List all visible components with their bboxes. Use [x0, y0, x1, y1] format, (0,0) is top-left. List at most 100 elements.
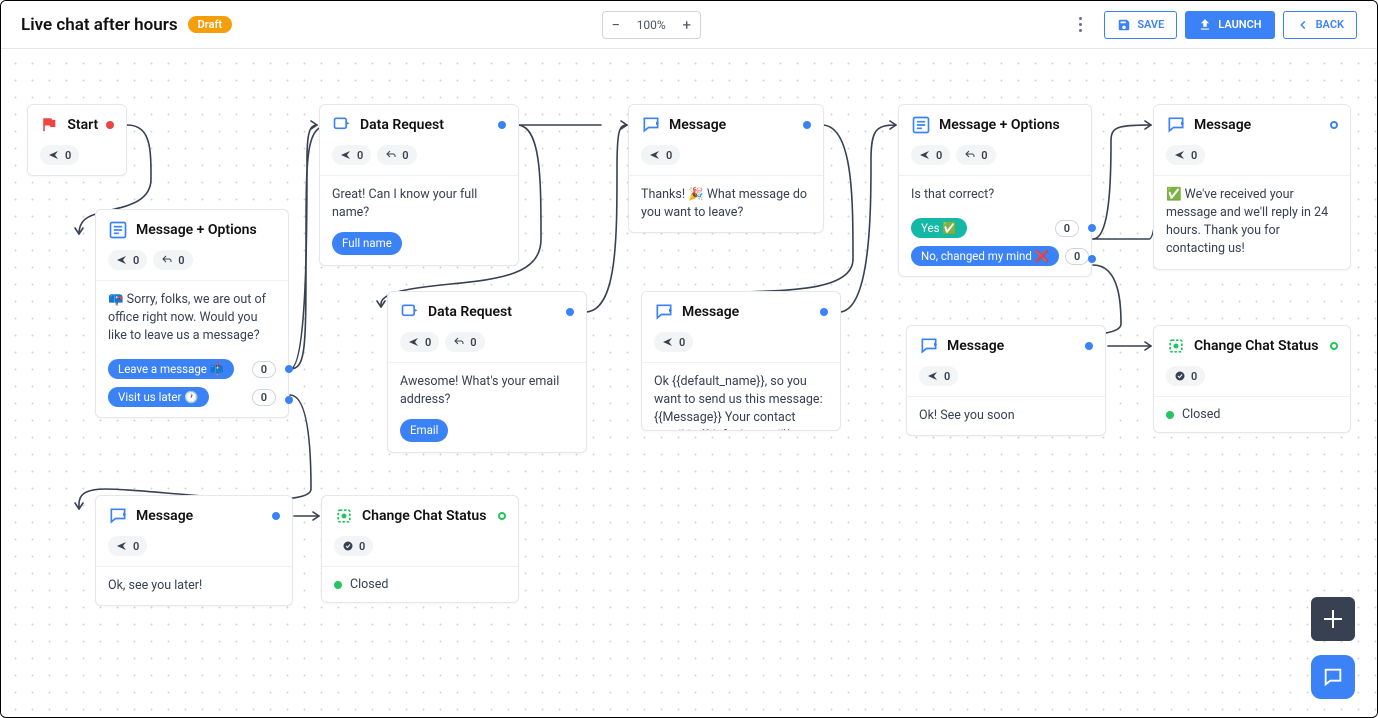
status-dot — [820, 308, 828, 316]
output-port[interactable] — [1088, 224, 1096, 232]
node-title: Message + Options — [136, 222, 257, 238]
message-icon — [641, 115, 661, 135]
node-message-options-2[interactable]: Message + Options 0 0 Is that correct? Y… — [898, 104, 1092, 277]
flow-canvas[interactable]: Start 0 Message + Options 0 0 📪 Sorry, f… — [1, 49, 1377, 717]
status-value: Closed — [322, 567, 518, 602]
node-text: 📪 Sorry, folks, we are out of office rig… — [96, 281, 288, 355]
node-text: Ok! See you soon — [907, 397, 1105, 435]
node-change-status-2[interactable]: Change Chat Status 0 Closed — [321, 495, 519, 603]
node-title: Change Chat Status — [362, 508, 486, 524]
help-chat-button[interactable] — [1311, 655, 1355, 699]
data-request-icon — [332, 115, 352, 135]
stat-sent: 0 — [919, 366, 958, 386]
stat-reply: 0 — [377, 145, 416, 165]
zoom-out-button[interactable]: − — [603, 12, 629, 38]
message-icon — [654, 302, 674, 322]
zoom-value: 100% — [629, 18, 674, 32]
option-count: 0 — [1055, 220, 1079, 237]
stat-sent: 0 — [911, 145, 950, 165]
node-start[interactable]: Start 0 — [27, 104, 127, 176]
option-count: 0 — [252, 361, 276, 378]
zoom-control: − 100% + — [602, 11, 701, 39]
stat-sent: 0 — [400, 332, 439, 352]
launch-button[interactable]: LAUNCH — [1185, 11, 1274, 39]
zoom-in-button[interactable]: + — [674, 12, 700, 38]
node-message-4[interactable]: Message 0 Ok! See you soon — [906, 325, 1106, 436]
node-title: Message — [947, 338, 1004, 354]
node-data-request-1[interactable]: Data Request 0 0 Great! Can I know your … — [319, 104, 519, 266]
back-button[interactable]: BACK — [1283, 11, 1357, 39]
node-text: Great! Can I know your full name? — [320, 176, 510, 232]
top-bar-left: Live chat after hours Draft — [21, 15, 232, 35]
chevron-left-icon — [1296, 18, 1310, 32]
top-bar-right: SAVE LAUNCH BACK — [1070, 11, 1357, 39]
save-icon — [1117, 18, 1131, 32]
list-icon — [911, 115, 931, 135]
field-pill: Email — [400, 419, 448, 442]
node-title: Message — [669, 117, 726, 133]
message-icon — [108, 506, 128, 526]
page-title: Live chat after hours — [21, 15, 178, 35]
status-dot — [803, 121, 811, 129]
flag-icon — [40, 115, 59, 135]
output-port[interactable] — [1088, 255, 1096, 263]
node-message-5[interactable]: Message 0 Ok, see you later! — [95, 495, 293, 606]
option-count: 0 — [252, 389, 276, 406]
node-title: Start — [67, 117, 98, 133]
option-pill: Leave a message 📫 — [108, 359, 234, 379]
top-bar: Live chat after hours Draft − 100% + SAV… — [1, 1, 1377, 49]
chat-icon — [1322, 666, 1344, 688]
status-value: Closed — [1154, 397, 1350, 432]
stat-sent: 0 — [641, 145, 680, 165]
node-title: Message + Options — [939, 117, 1060, 133]
status-ring — [1330, 121, 1338, 129]
option-yes[interactable]: Yes ✅ 0 — [899, 214, 1091, 242]
node-title: Message — [1194, 117, 1251, 133]
node-title: Data Request — [428, 304, 512, 320]
node-text: Is that correct? — [899, 176, 1091, 214]
status-ring — [498, 512, 506, 520]
node-text: Awesome! What's your email address? — [388, 363, 586, 419]
status-dot — [498, 121, 506, 129]
node-message-3[interactable]: Message 0 ✅ We've received your message … — [1153, 104, 1351, 270]
stat-reply: 0 — [445, 332, 484, 352]
stat-count: 0 — [334, 536, 373, 556]
option-pill: Visit us later 🕐 — [108, 387, 209, 407]
node-message-options-1[interactable]: Message + Options 0 0 📪 Sorry, folks, we… — [95, 209, 289, 418]
node-title: Message — [682, 304, 739, 320]
node-message-2[interactable]: Message 0 Ok {{default_name}}, so you wa… — [641, 291, 841, 431]
node-message-1[interactable]: Message 0 Thanks! 🎉 What message do you … — [628, 104, 824, 233]
node-title: Message — [136, 508, 193, 524]
output-port[interactable] — [285, 396, 293, 404]
output-port[interactable] — [285, 365, 293, 373]
save-button[interactable]: SAVE — [1104, 11, 1177, 39]
more-menu-icon[interactable] — [1070, 17, 1090, 32]
launch-icon — [1198, 18, 1212, 32]
node-data-request-2[interactable]: Data Request 0 0 Awesome! What's your em… — [387, 291, 587, 453]
message-icon — [919, 336, 939, 356]
option-leave-message[interactable]: Leave a message 📫 0 — [96, 355, 288, 383]
stat-sent: 0 — [108, 250, 147, 270]
status-badge: Draft — [188, 16, 232, 33]
stat-sent: 0 — [654, 332, 693, 352]
node-title: Change Chat Status — [1194, 338, 1318, 354]
stat-count: 0 — [1166, 366, 1205, 386]
node-text: ✅ We've received your message and we'll … — [1154, 176, 1350, 269]
add-node-button[interactable] — [1311, 597, 1355, 641]
node-text: Ok {{default_name}}, so you want to send… — [642, 363, 840, 431]
node-change-status-1[interactable]: Change Chat Status 0 Closed — [1153, 325, 1351, 433]
list-icon — [108, 220, 128, 240]
node-text: Ok, see you later! — [96, 567, 292, 605]
option-visit-later[interactable]: Visit us later 🕐 0 — [96, 383, 288, 417]
stat-sent: 0 — [40, 145, 79, 165]
status-icon — [1166, 336, 1186, 356]
status-ring — [1330, 342, 1338, 350]
data-request-icon — [400, 302, 420, 322]
option-pill: Yes ✅ — [911, 218, 967, 238]
option-count: 0 — [1065, 248, 1089, 265]
stat-reply: 0 — [153, 250, 192, 270]
stat-sent: 0 — [1166, 145, 1205, 165]
field-pill: Full name — [332, 232, 402, 255]
option-no[interactable]: No, changed my mind ❌ 0 — [899, 242, 1091, 276]
stat-reply: 0 — [956, 145, 995, 165]
